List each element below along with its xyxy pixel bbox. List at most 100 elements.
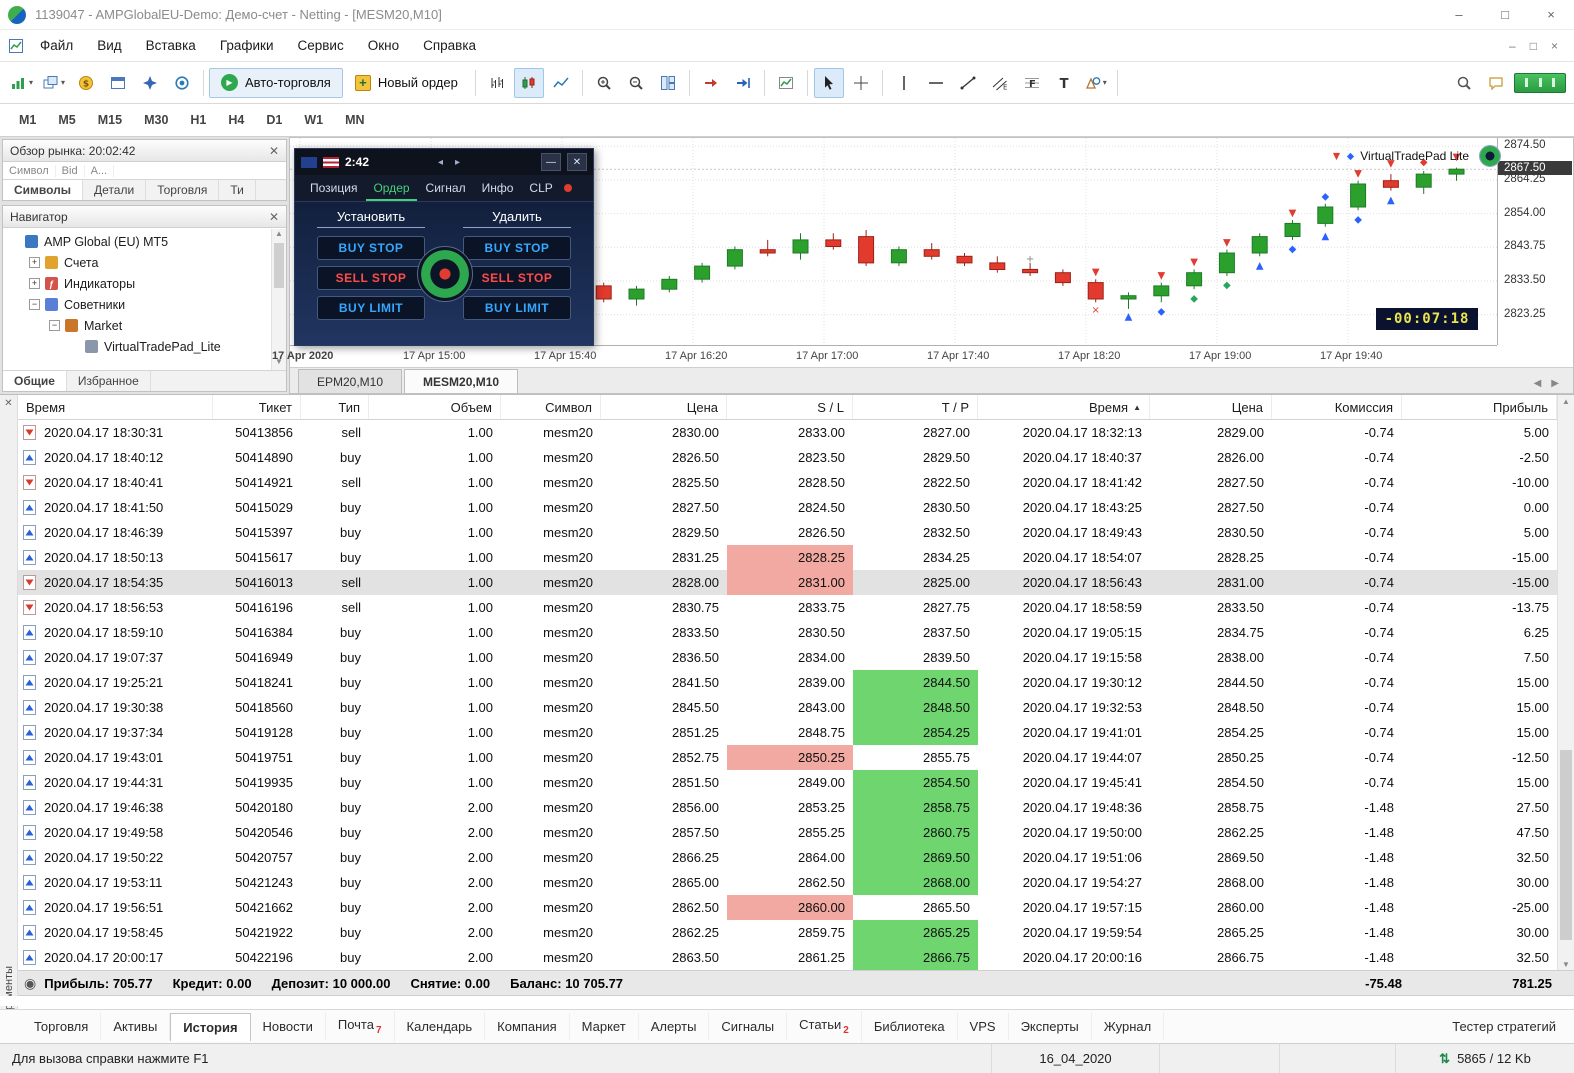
market-watch-tab[interactable]: Ти bbox=[219, 180, 256, 200]
timeframe-W1-button[interactable]: W1 bbox=[293, 108, 334, 132]
history-row[interactable]: 2020.04.17 18:50:13 50415617 buy 1.00 mesm20… bbox=[18, 545, 1557, 570]
history-scrollbar[interactable]: ▲ ▼ bbox=[1557, 395, 1574, 971]
cursor-button[interactable] bbox=[813, 67, 844, 98]
navigator-button[interactable] bbox=[135, 68, 165, 98]
timeframe-M1-button[interactable]: M1 bbox=[8, 108, 47, 132]
set-buy-stop-button[interactable]: BUY STOP bbox=[317, 236, 425, 260]
history-row[interactable]: 2020.04.17 19:43:01 50419751 buy 1.00 mesm20… bbox=[18, 745, 1557, 770]
vtp-panel-toggle-button[interactable] bbox=[1479, 145, 1501, 167]
vtp-close-button[interactable]: ✕ bbox=[567, 153, 587, 171]
column-header[interactable]: Тикет bbox=[213, 395, 301, 419]
navigator-tab[interactable]: Общие bbox=[3, 371, 67, 391]
toolbox-tab[interactable]: Алерты bbox=[639, 1013, 710, 1040]
navigator-tree-item[interactable]: + ƒ Индикаторы bbox=[3, 273, 286, 294]
column-header[interactable]: Цена bbox=[1150, 395, 1272, 419]
column-header[interactable]: Время ▲ bbox=[978, 395, 1150, 419]
history-row[interactable]: 2020.04.17 20:00:17 50422196 buy 2.00 mesm20… bbox=[18, 945, 1557, 970]
menu-item[interactable]: Окно bbox=[356, 32, 411, 59]
market-watch-close-icon[interactable]: ✕ bbox=[269, 144, 279, 158]
timeframe-MN-button[interactable]: MN bbox=[334, 108, 375, 132]
toolbox-tab[interactable]: VPS bbox=[958, 1013, 1009, 1040]
toolbox-tab[interactable]: Эксперты bbox=[1009, 1013, 1092, 1040]
time-axis[interactable]: 17 Apr 2020 17 Apr 15:00 17 Apr 15:40 17 Ap… bbox=[272, 345, 1497, 367]
chart-tab[interactable]: MESM20,M10 bbox=[404, 369, 519, 393]
trendline-button[interactable] bbox=[953, 68, 983, 98]
line-chart-button[interactable] bbox=[546, 68, 576, 98]
navigator-close-icon[interactable]: ✕ bbox=[269, 210, 279, 224]
text-button[interactable]: T bbox=[1049, 68, 1079, 98]
vtp-tab[interactable]: Сигнал bbox=[419, 176, 473, 201]
history-row[interactable]: 2020.04.17 18:40:12 50414890 buy 1.00 mesm20… bbox=[18, 445, 1557, 470]
indicators-button[interactable] bbox=[771, 68, 801, 98]
toolbox-tab[interactable]: Почта 7 bbox=[326, 1011, 395, 1042]
column-header[interactable]: S / L bbox=[727, 395, 853, 419]
history-row[interactable]: 2020.04.17 19:56:51 50421662 buy 2.00 mesm20… bbox=[18, 895, 1557, 920]
price-axis[interactable]: 2874.50 2864.25 2854.00 2843.75 2833.50 2823.… bbox=[1497, 138, 1573, 345]
toolbox-tab[interactable]: История bbox=[170, 1012, 251, 1041]
tab-scroll-right-icon[interactable]: ▶ bbox=[1551, 378, 1559, 389]
toolbox-tab[interactable]: Компания bbox=[485, 1013, 570, 1040]
column-header[interactable]: Цена bbox=[601, 395, 727, 419]
tree-expander-icon[interactable]: + bbox=[29, 257, 40, 268]
timeframe-D1-button[interactable]: D1 bbox=[255, 108, 293, 132]
column-header[interactable]: Тип bbox=[301, 395, 369, 419]
history-row[interactable]: 2020.04.17 19:30:38 50418560 buy 1.00 mesm20… bbox=[18, 695, 1557, 720]
new-order-button[interactable]: + Новый ордер bbox=[343, 68, 470, 98]
history-row[interactable]: 2020.04.17 19:49:58 50420546 buy 2.00 mesm20… bbox=[18, 820, 1557, 845]
new-chart-button[interactable]: ▾ bbox=[7, 68, 37, 98]
candles-button[interactable] bbox=[513, 67, 544, 98]
zoom-in-button[interactable] bbox=[589, 68, 619, 98]
chart-shift-button[interactable] bbox=[728, 68, 758, 98]
mdi-minimize-button[interactable]: – bbox=[1509, 39, 1516, 53]
search-button[interactable] bbox=[1449, 68, 1479, 98]
history-row[interactable]: 2020.04.17 19:07:37 50416949 buy 1.00 mesm20… bbox=[18, 645, 1557, 670]
toolbox-tab[interactable]: Календарь bbox=[395, 1013, 486, 1040]
market-watch-tab[interactable]: Торговля bbox=[146, 180, 220, 200]
history-row[interactable]: 2020.04.17 18:46:39 50415397 buy 1.00 mesm20… bbox=[18, 520, 1557, 545]
timeframe-H1-button[interactable]: H1 bbox=[179, 108, 217, 132]
tree-expander-icon[interactable]: − bbox=[29, 299, 40, 310]
zoom-out-button[interactable] bbox=[621, 68, 651, 98]
profiles-button[interactable]: ▾ bbox=[39, 68, 69, 98]
menu-item[interactable]: Справка bbox=[411, 32, 488, 59]
window-maximize-button[interactable]: □ bbox=[1482, 0, 1528, 29]
column-header[interactable]: Объем bbox=[369, 395, 501, 419]
navigator-tree-item[interactable]: + Счета bbox=[3, 252, 286, 273]
history-row[interactable]: 2020.04.17 18:40:41 50414921 sell 1.00 mesm2… bbox=[18, 470, 1557, 495]
mdi-restore-button[interactable]: □ bbox=[1530, 39, 1537, 53]
column-header[interactable]: Комиссия bbox=[1272, 395, 1402, 419]
history-row[interactable]: 2020.04.17 19:37:34 50419128 buy 1.00 mesm20… bbox=[18, 720, 1557, 745]
vtp-minimize-button[interactable]: — bbox=[541, 153, 561, 171]
delete-buy-limit-button[interactable]: BUY LIMIT bbox=[463, 296, 571, 320]
tree-expander-icon[interactable]: + bbox=[29, 278, 40, 289]
equidistant-channel-button[interactable]: E bbox=[985, 68, 1015, 98]
history-row[interactable]: 2020.04.17 19:25:21 50418241 buy 1.00 mesm20… bbox=[18, 670, 1557, 695]
menu-item[interactable]: Вид bbox=[85, 32, 133, 59]
mdi-close-button[interactable]: × bbox=[1551, 39, 1558, 53]
chat-button[interactable] bbox=[1481, 68, 1511, 98]
menu-item[interactable]: Файл bbox=[28, 32, 85, 59]
set-buy-limit-button[interactable]: BUY LIMIT bbox=[317, 296, 425, 320]
window-close-button[interactable]: × bbox=[1528, 0, 1574, 29]
menu-item[interactable]: Графики bbox=[208, 32, 286, 59]
navigator-tree-item[interactable]: − Советники bbox=[3, 294, 286, 315]
navigator-tree-item[interactable]: VirtualTradePad_Lite bbox=[3, 336, 286, 357]
toolbox-tab[interactable]: Журнал bbox=[1092, 1013, 1165, 1040]
market-watch-tab[interactable]: Символы bbox=[3, 180, 84, 200]
horizontal-line-button[interactable] bbox=[921, 68, 951, 98]
scroll-down-icon[interactable]: ▼ bbox=[1558, 960, 1574, 969]
chart-window-icon[interactable] bbox=[8, 38, 24, 54]
timeframe-M15-button[interactable]: M15 bbox=[87, 108, 133, 132]
delete-buy-stop-button[interactable]: BUY STOP bbox=[463, 236, 571, 260]
vtp-tab[interactable]: Позиция bbox=[303, 176, 364, 201]
toolbox-tab[interactable]: Активы bbox=[101, 1013, 171, 1040]
crosshair-button[interactable] bbox=[846, 68, 876, 98]
strategy-tester-label[interactable]: Тестер стратегий bbox=[1452, 1019, 1556, 1034]
navigator-tab[interactable]: Избранное bbox=[67, 371, 151, 391]
history-row[interactable]: 2020.04.17 19:50:22 50420757 buy 2.00 mesm20… bbox=[18, 845, 1557, 870]
history-row[interactable]: 2020.04.17 18:30:31 50413856 sell 1.00 mesm2… bbox=[18, 420, 1557, 445]
autoscroll-button[interactable] bbox=[696, 68, 726, 98]
market-watch-tab[interactable]: Детали bbox=[83, 180, 147, 200]
delete-sell-stop-button[interactable]: SELL STOP bbox=[463, 266, 571, 290]
history-row[interactable]: 2020.04.17 18:59:10 50416384 buy 1.00 mesm20… bbox=[18, 620, 1557, 645]
